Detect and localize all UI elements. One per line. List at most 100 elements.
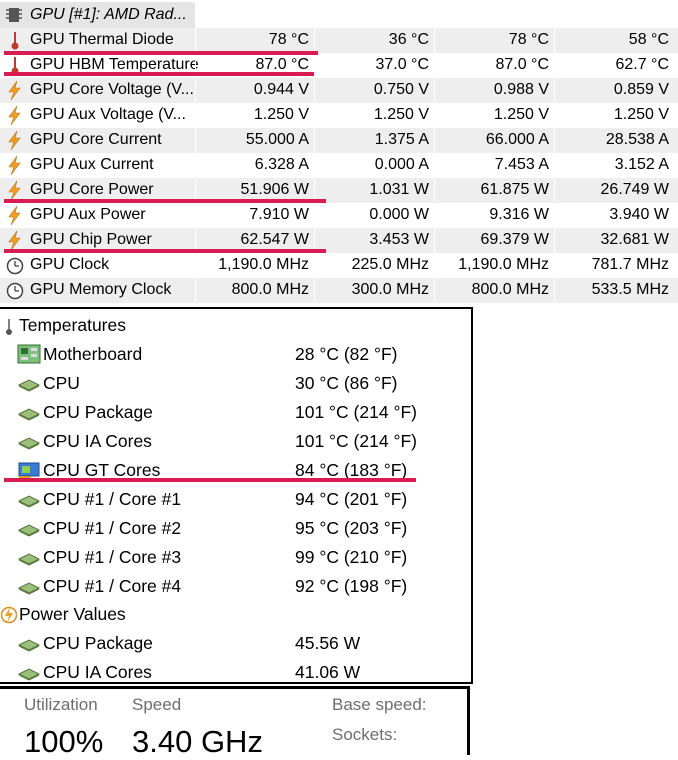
gpu-sensor-row[interactable]: GPU Clock 1,190.0 MHz 225.0 MHz 1,190.0 MHz… [0, 253, 678, 278]
sensor-value: 28 °C (82 °F) [295, 344, 398, 364]
average-value: 32.681 W [600, 231, 669, 248]
highlight-underline [4, 478, 416, 482]
average-value: 3.940 W [609, 206, 669, 223]
clock-icon [6, 255, 24, 276]
gpu-sensor-row[interactable]: GPU Aux Current 6.328 A 0.000 A 7.453 A 3.15… [0, 153, 678, 178]
gpu-sensor-row[interactable]: GPU Aux Power 7.910 W 0.000 W 9.316 W 3.940 … [0, 203, 678, 228]
sensor-row[interactable]: CPU #1 / Core #2 95 °C (203 °F) [0, 515, 470, 544]
sensor-value: 94 °C (201 °F) [295, 489, 408, 509]
gpu-sensor-row[interactable]: GPU Memory Clock 800.0 MHz 300.0 MHz 800.0 … [0, 278, 678, 303]
sensor-row[interactable]: CPU Package 45.56 W [0, 630, 470, 659]
cpu-chip-icon [17, 379, 41, 397]
min-value: 0.750 V [373, 81, 429, 98]
sensor-value: 101 °C (214 °F) [295, 402, 417, 422]
power-lightning-icon [1, 606, 17, 624]
sensor-label: CPU #1 / Core #3 [43, 547, 182, 567]
cpu-chip-icon [17, 437, 41, 455]
power-values-group-label: Power Values [19, 604, 126, 624]
base-speed-label: Base speed: [332, 695, 427, 714]
highlight-underline [4, 51, 318, 55]
sensor-label: Motherboard [43, 344, 143, 364]
sensor-label: CPU [43, 373, 80, 393]
current-value: 0.944 V [253, 81, 309, 98]
thermometer-icon [6, 319, 12, 335]
sensor-label: GPU Clock [30, 256, 110, 273]
max-value: 1.250 V [493, 106, 549, 123]
cpu-chip-icon [17, 408, 41, 426]
average-value: 58 °C [628, 31, 669, 48]
performance-panel: Utilization 100% Speed 3.40 GHz Base spe… [0, 684, 678, 759]
average-value: 26.749 W [600, 181, 669, 198]
temperatures-group[interactable]: Temperatures [0, 312, 470, 341]
sensor-label: CPU IA Cores [43, 662, 152, 682]
current-value: 800.0 MHz [231, 281, 309, 298]
lightning-icon [6, 205, 24, 226]
average-value: 1.250 V [613, 106, 669, 123]
sensor-label: GPU Aux Current [30, 156, 154, 173]
sensor-value: 92 °C (198 °F) [295, 576, 408, 596]
max-value: 7.453 A [494, 156, 549, 173]
average-value: 28.538 A [605, 131, 669, 148]
sensor-label: CPU #1 / Core #1 [43, 489, 182, 509]
cpu-chip-icon [17, 553, 41, 571]
max-value: 9.316 W [489, 206, 549, 223]
sensors-panel: Temperatures Motherboard 28 °C (82 °F) CPU… [0, 307, 473, 684]
gpu-group-header[interactable]: GPU [#1]: AMD Rad... [0, 2, 195, 28]
temperatures-group-label: Temperatures [19, 315, 126, 335]
sensor-row[interactable]: CPU #1 / Core #1 94 °C (201 °F) [0, 486, 470, 515]
gpu-sensor-row[interactable]: GPU Aux Voltage (V... 1.250 V 1.250 V 1.250… [0, 103, 678, 128]
sensor-value: 99 °C (210 °F) [295, 547, 408, 567]
min-value: 1.250 V [373, 106, 429, 123]
sensor-label: GPU Memory Clock [30, 281, 172, 298]
average-value: 3.152 A [614, 156, 669, 173]
sensor-row[interactable]: CPU #1 / Core #3 99 °C (210 °F) [0, 544, 470, 573]
sensor-label: CPU Package [43, 633, 153, 653]
power-values-group[interactable]: Power Values [0, 601, 470, 630]
max-value: 0.988 V [493, 81, 549, 98]
current-value: 78 °C [268, 31, 309, 48]
min-value: 300.0 MHz [351, 281, 429, 298]
lightning-icon [6, 105, 24, 126]
min-value: 0.000 A [374, 156, 429, 173]
current-value: 6.328 A [254, 156, 309, 173]
cpu-chip-icon [17, 582, 41, 600]
sensor-label: GPU Core Current [30, 131, 162, 148]
lightning-icon [6, 180, 24, 201]
gpu-group-title: GPU [#1]: AMD Rad... [30, 6, 187, 23]
average-value: 533.5 MHz [591, 281, 669, 298]
sensor-label: CPU #1 / Core #2 [43, 518, 182, 538]
motherboard-icon [17, 344, 41, 369]
sensor-row[interactable]: CPU IA Cores 101 °C (214 °F) [0, 428, 470, 457]
speed-label: Speed [132, 695, 182, 714]
sensor-label: GPU Chip Power [30, 231, 152, 248]
highlight-underline [4, 72, 314, 76]
cpu-chip-icon [17, 495, 41, 513]
sensor-row[interactable]: CPU 30 °C (86 °F) [0, 370, 470, 399]
sensor-row[interactable]: CPU Package 101 °C (214 °F) [0, 399, 470, 428]
current-value: 62.547 W [240, 231, 309, 248]
sensor-label: GPU Core Voltage (V... [30, 81, 194, 98]
sensor-row[interactable]: CPU #1 / Core #4 92 °C (198 °F) [0, 573, 470, 602]
average-value: 0.859 V [613, 81, 669, 98]
cpu-chip-icon [17, 639, 41, 657]
gpu-sensor-row[interactable]: GPU Thermal Diode 78 °C 36 °C 78 °C 58 °C [0, 28, 678, 53]
lightning-icon [6, 130, 24, 151]
thermometer-icon [6, 30, 24, 51]
max-value: 78 °C [508, 31, 549, 48]
sensor-label: CPU IA Cores [43, 431, 152, 451]
max-value: 61.875 W [480, 181, 549, 198]
sensor-label: GPU Thermal Diode [30, 31, 174, 48]
min-value: 225.0 MHz [351, 256, 429, 273]
sensor-row[interactable]: Motherboard 28 °C (82 °F) [0, 341, 470, 370]
max-value: 69.379 W [480, 231, 549, 248]
gpu-chip-icon [6, 8, 22, 22]
sensor-label: CPU #1 / Core #4 [43, 576, 182, 596]
current-value: 51.906 W [240, 181, 309, 198]
gpu-sensor-row[interactable]: GPU Core Voltage (V... 0.944 V 0.750 V 0.98… [0, 78, 678, 103]
min-value: 1.031 W [369, 181, 429, 198]
min-value: 37.0 °C [375, 56, 429, 73]
gpu-sensor-row[interactable]: GPU Core Current 55.000 A 1.375 A 66.000 A 2… [0, 128, 678, 153]
min-value: 36 °C [388, 31, 429, 48]
lightning-icon [6, 80, 24, 101]
sensor-value: 101 °C (214 °F) [295, 431, 417, 451]
